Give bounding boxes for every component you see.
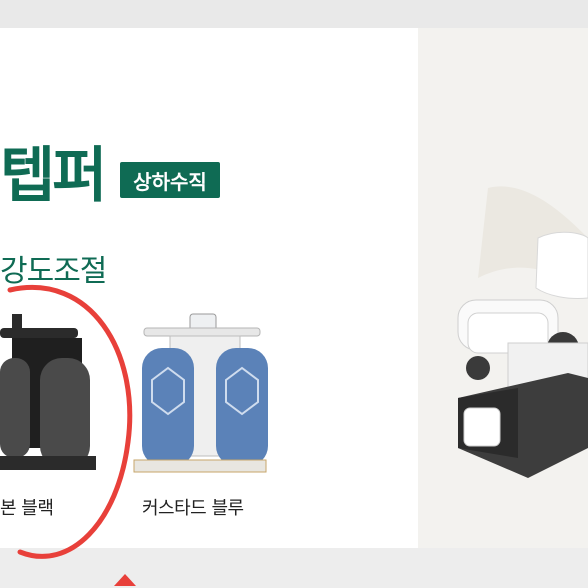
option-black-label[interactable]: 본 블랙 [0,494,54,520]
stepper-black-image [0,314,96,470]
product-subtitle: 강도조절 [0,254,107,289]
product-badge: 상하수직 [120,162,220,198]
page-background-bottom [0,548,588,588]
stepper-blue-image [133,313,268,473]
red-annotation-arrow [114,574,136,586]
product-title: 텝퍼 [0,141,107,211]
option-blue-label[interactable]: 커스타드 블루 [142,494,244,520]
product-photo [418,28,588,548]
